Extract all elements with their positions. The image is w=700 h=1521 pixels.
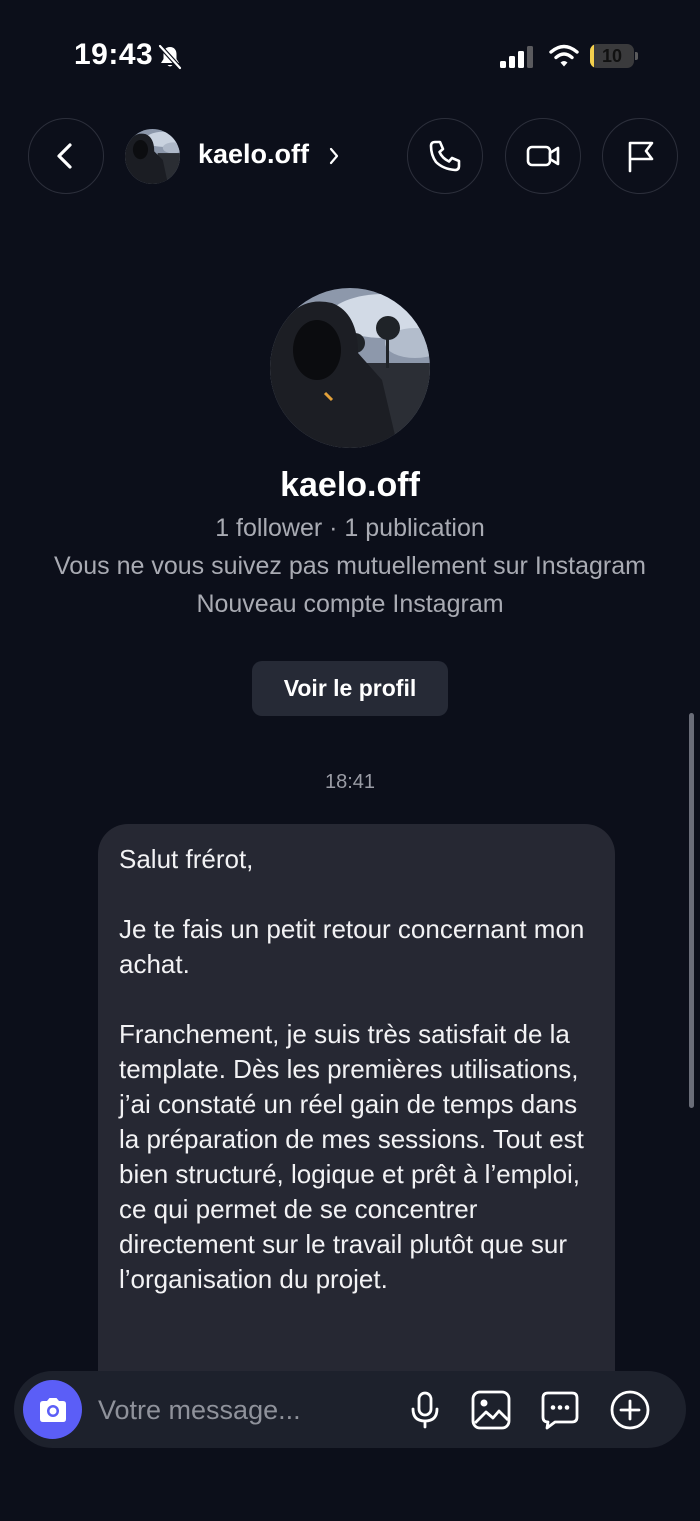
- chevron-right-icon[interactable]: [327, 145, 341, 167]
- bell-slash-icon: [158, 44, 182, 70]
- phone-icon: [429, 140, 461, 172]
- profile-stats: 1 follower · 1 publication: [215, 514, 485, 542]
- back-button[interactable]: [28, 118, 104, 194]
- message-bubble[interactable]: Salut frérot, Je te fais un petit retour…: [98, 824, 615, 1444]
- new-account-note: Nouveau compte Instagram: [196, 590, 504, 618]
- sticker-icon: [541, 1391, 579, 1430]
- scrollbar[interactable]: [689, 713, 694, 1108]
- status-time: 19:43: [74, 38, 154, 71]
- view-profile-button[interactable]: Voir le profil: [252, 661, 448, 716]
- profile-avatar[interactable]: [270, 288, 430, 448]
- flag-icon: [628, 141, 654, 173]
- profile-username: kaelo.off: [280, 466, 420, 504]
- battery-indicator: 10: [590, 44, 638, 68]
- cellular-signal-icon: [500, 46, 533, 68]
- camera-button[interactable]: [23, 1380, 82, 1439]
- battery-level: 10: [601, 46, 623, 66]
- message-paragraph: Salut frérot,: [119, 844, 254, 874]
- gallery-button[interactable]: [470, 1389, 512, 1431]
- video-call-button[interactable]: [505, 118, 581, 194]
- microphone-button[interactable]: [404, 1389, 446, 1431]
- image-icon: [471, 1390, 511, 1430]
- video-camera-icon: [526, 145, 560, 167]
- header-username[interactable]: kaelo.off: [198, 139, 309, 170]
- message-paragraph: Franchement, je suis très satisfait de l…: [119, 1019, 584, 1294]
- report-button[interactable]: [602, 118, 678, 194]
- plus-icon: [610, 1390, 650, 1430]
- wifi-icon: [549, 44, 579, 67]
- chevron-left-icon: [57, 143, 72, 169]
- message-composer: [14, 1371, 686, 1448]
- dm-screen: 19:43 10 kaelo.off kaelo.off 1 follower …: [0, 0, 700, 1521]
- microphone-icon: [411, 1391, 439, 1429]
- status-bar: 19:43 10: [0, 0, 700, 110]
- mutual-follow-note: Vous ne vous suivez pas mutuellement sur…: [54, 552, 646, 580]
- camera-icon: [39, 1397, 66, 1422]
- call-button[interactable]: [407, 118, 483, 194]
- sticker-button[interactable]: [539, 1389, 581, 1431]
- header-avatar[interactable]: [125, 129, 180, 184]
- message-input[interactable]: [98, 1385, 388, 1435]
- more-options-button[interactable]: [609, 1389, 651, 1431]
- message-timestamp: 18:41: [324, 771, 376, 793]
- message-paragraph: Je te fais un petit retour concernant mo…: [119, 914, 585, 979]
